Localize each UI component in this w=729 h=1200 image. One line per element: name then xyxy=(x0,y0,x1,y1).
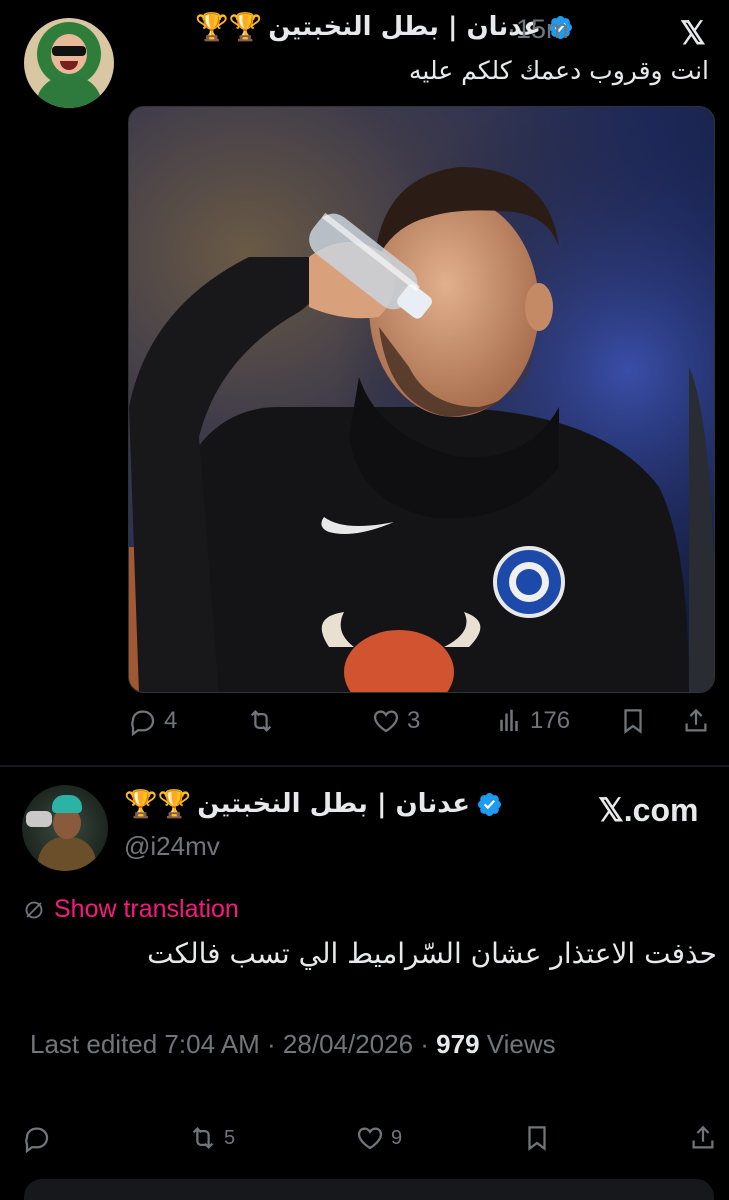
edited-timestamp[interactable]: Last edited 7:04 AM · 28/04/2026 · xyxy=(30,1029,436,1059)
reply-icon xyxy=(25,1127,49,1153)
tweet-meta: Last edited 7:04 AM · 28/04/2026 · 979 V… xyxy=(30,1029,556,1060)
x-logo-icon: 𝕏 xyxy=(680,15,706,51)
repost-count: 5 xyxy=(224,1126,236,1149)
like-count: 3 xyxy=(407,707,421,734)
player-drinking-photo xyxy=(129,107,714,692)
bookmark-icon xyxy=(624,709,642,734)
reply-button[interactable]: 4 xyxy=(128,706,177,736)
show-translation-link[interactable]: Show translation xyxy=(22,895,239,924)
repost-button[interactable] xyxy=(246,706,276,736)
tweet-time[interactable]: ·15m xyxy=(507,14,569,45)
author-name[interactable]: عدنان | بطل النخبتين xyxy=(268,12,541,42)
like-count: 9 xyxy=(391,1126,403,1149)
tweet-1[interactable]: 🏆🏆 عدنان | بطل النخبتين ·15m 𝕏 انت وقروب… xyxy=(0,0,729,765)
bookmark-icon xyxy=(528,1126,546,1151)
share-button[interactable] xyxy=(681,706,711,736)
tweet-1-actions: 4 3 176 xyxy=(128,706,715,746)
reply-composer-bar[interactable] xyxy=(24,1179,714,1200)
views-chart-icon xyxy=(500,709,518,731)
tweet-2-actions: 5 9 xyxy=(22,1123,722,1163)
reply-count: 4 xyxy=(164,707,178,734)
tweet-2-screenshot[interactable]: 🏆🏆 عدنان | بطل النخبتين @i24mv 𝕏.com Sho… xyxy=(0,765,729,1200)
bookmark-button[interactable] xyxy=(522,1123,552,1153)
share-button[interactable] xyxy=(688,1123,718,1153)
author-handle[interactable]: @i24mv xyxy=(124,831,220,862)
repost-button[interactable]: 5 xyxy=(188,1123,235,1153)
views-count: 176 xyxy=(530,707,571,734)
views-button[interactable]: 176 xyxy=(494,706,570,736)
show-translation-label[interactable]: Show translation xyxy=(54,895,239,924)
share-icon xyxy=(692,1125,714,1149)
x-com-watermark: 𝕏.com xyxy=(598,792,699,828)
bookmark-button[interactable] xyxy=(618,706,648,736)
tweet-text: انت وقروب دعمك كلكم عليه xyxy=(409,56,709,85)
author-avatar[interactable] xyxy=(22,785,108,871)
trophy-icons: 🏆🏆 xyxy=(195,11,263,43)
share-icon xyxy=(685,708,707,732)
views-label: Views xyxy=(479,1029,556,1059)
like-button[interactable]: 3 xyxy=(371,706,420,736)
verified-badge-icon xyxy=(477,792,502,816)
tweet-2-header: 🏆🏆 عدنان | بطل النخبتين xyxy=(124,789,503,819)
reply-icon xyxy=(131,710,155,736)
author-name[interactable]: عدنان | بطل النخبتين xyxy=(197,789,470,819)
heart-icon xyxy=(373,710,399,733)
views-count: 979 xyxy=(436,1029,480,1059)
repost-icon xyxy=(192,1127,214,1149)
tweet-text: حذفت الاعتذار عشان السّراميط الي تسب فال… xyxy=(147,937,717,970)
like-button[interactable]: 9 xyxy=(355,1123,402,1153)
author-avatar[interactable] xyxy=(24,18,114,108)
trophy-icons: 🏆🏆 xyxy=(124,788,192,820)
heart-icon xyxy=(357,1127,383,1150)
reply-button[interactable] xyxy=(22,1123,52,1153)
tweet-image[interactable] xyxy=(128,106,715,693)
repost-icon xyxy=(250,710,272,732)
translate-icon xyxy=(25,901,43,918)
